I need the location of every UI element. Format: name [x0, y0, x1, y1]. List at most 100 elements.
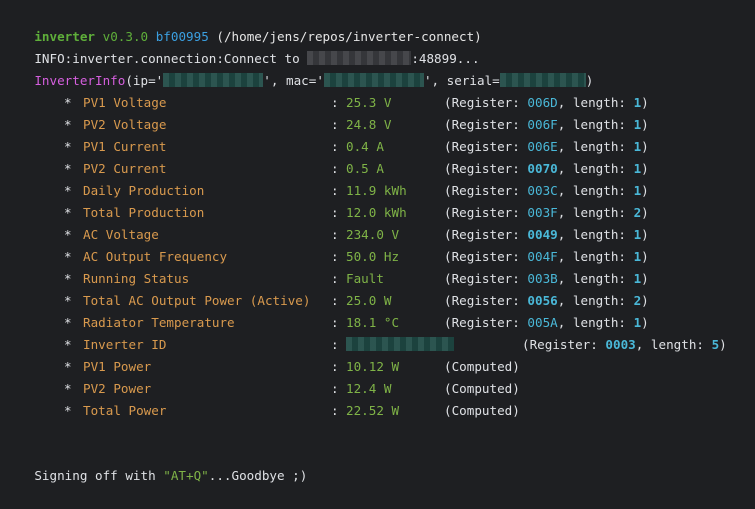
redacted-ip-value — [163, 73, 264, 87]
inverter-info-line: InverterInfo(ip=' ', mac=' ', serial=) — [4, 48, 593, 88]
register-address: 003F — [527, 205, 558, 220]
redacted-mac-value — [323, 73, 424, 87]
bullet: * — [64, 403, 72, 418]
length-prefix: , length: — [557, 139, 634, 154]
colon-separator: : — [331, 95, 339, 110]
computed-note: (Computed) — [444, 381, 520, 396]
info-connect-line: INFO:inverter.connection:Connect to :488… — [4, 26, 480, 66]
row-label: AC Voltage — [83, 227, 159, 242]
terminal-window: inverter v0.3.0 bf00995 (/home/jens/repo… — [0, 0, 755, 483]
table-row: * PV2 Current:0.5 A (Register: 0070, lengt… — [0, 158, 755, 180]
register-address: 005A — [527, 315, 558, 330]
computed-note: (Computed) — [444, 359, 520, 374]
row-value: Fault — [346, 271, 384, 286]
register-close: ) — [641, 315, 649, 330]
register-info: (Register: 0003, length: 5) — [522, 334, 727, 356]
table-row: * Total Power:22.52 W (Computed) — [0, 400, 755, 422]
row-value: 0.5 A — [346, 161, 384, 176]
row-label: PV1 Power — [83, 359, 152, 374]
table-row: * AC Output Frequency:50.0 Hz (Register: 0… — [0, 246, 755, 268]
row-label: PV1 Voltage — [83, 95, 167, 110]
length-prefix: , length: — [557, 293, 634, 308]
colon-separator: : — [331, 381, 339, 396]
register-close: ) — [641, 271, 649, 286]
bullet: * — [64, 271, 72, 286]
register-address: 0056 — [527, 293, 558, 308]
bullet: * — [64, 205, 72, 220]
row-value: 0.4 A — [346, 139, 384, 154]
register-close: ) — [641, 139, 649, 154]
register-prefix: (Register: — [444, 95, 528, 110]
register-prefix: (Register: — [522, 337, 606, 352]
register-prefix: (Register: — [444, 227, 528, 242]
table-row: * Total Production:12.0 kWh (Register: 003… — [0, 202, 755, 224]
colon-separator: : — [331, 403, 339, 418]
table-row: * Inverter ID: (Register: 0003, length: 5) — [0, 334, 755, 356]
row-label: Total Production — [83, 205, 205, 220]
length-prefix: , length: — [557, 205, 634, 220]
row-value: 11.9 kWh — [346, 183, 407, 198]
register-prefix: (Register: — [444, 183, 528, 198]
bullet: * — [64, 95, 72, 110]
row-value: 234.0 V — [346, 227, 400, 242]
footer-command: "AT+Q" — [163, 468, 209, 483]
register-prefix: (Register: — [444, 161, 528, 176]
colon-separator: : — [331, 183, 339, 198]
length-prefix: , length: — [557, 227, 634, 242]
row-label: Total AC Output Power (Active) — [83, 293, 311, 308]
colon-separator: : — [331, 227, 339, 242]
ip-key: (ip=' — [125, 73, 164, 88]
row-label: Daily Production — [83, 183, 205, 198]
inverter-info-close: ) — [585, 73, 594, 88]
inverter-info-class: InverterInfo — [34, 73, 126, 88]
register-info: (Register: 006F, length: 1) — [444, 114, 649, 136]
register-close: ) — [641, 227, 649, 242]
colon-separator: : — [331, 117, 339, 132]
length-prefix: , length: — [557, 183, 634, 198]
row-label: PV2 Current — [83, 161, 167, 176]
row-label: AC Output Frequency — [83, 249, 228, 264]
row-label: Running Status — [83, 271, 190, 286]
register-prefix: (Register: — [444, 293, 528, 308]
row-value: 50.0 Hz — [346, 249, 400, 264]
register-info: (Register: 003F, length: 2) — [444, 202, 649, 224]
length-prefix: , length: — [557, 95, 634, 110]
row-value: 12.4 W — [346, 381, 392, 396]
colon-separator: : — [331, 161, 339, 176]
table-row: * Daily Production:11.9 kWh (Register: 003… — [0, 180, 755, 202]
register-address: 003B — [527, 271, 558, 286]
register-info: (Register: 0056, length: 2) — [444, 290, 649, 312]
length-prefix: , length: — [557, 161, 634, 176]
register-info: (Register: 004F, length: 1) — [444, 246, 649, 268]
length-prefix: , length: — [557, 117, 634, 132]
register-close: ) — [641, 183, 649, 198]
register-close: ) — [641, 161, 649, 176]
length-prefix: , length: — [557, 249, 634, 264]
table-row: * PV1 Power:10.12 W (Computed) — [0, 356, 755, 378]
register-close: ) — [641, 293, 649, 308]
row-value: 12.0 kWh — [346, 205, 407, 220]
table-row: * PV1 Current:0.4 A (Register: 006E, lengt… — [0, 136, 755, 158]
bullet: * — [64, 359, 72, 374]
bullet: * — [64, 117, 72, 132]
register-close: ) — [641, 117, 649, 132]
row-label: Inverter ID — [83, 337, 167, 352]
colon-separator: : — [331, 337, 339, 352]
register-info: (Register: 006E, length: 1) — [444, 136, 649, 158]
redacted-serial-value — [499, 73, 586, 87]
row-value: 10.12 W — [346, 359, 400, 374]
register-info: (Register: 006D, length: 1) — [444, 92, 649, 114]
row-label: PV2 Power — [83, 381, 152, 396]
bullet: * — [64, 381, 72, 396]
register-info: (Register: 005A, length: 1) — [444, 312, 649, 334]
register-address: 004F — [527, 249, 558, 264]
row-label: PV2 Voltage — [83, 117, 167, 132]
colon-separator: : — [331, 271, 339, 286]
colon-separator: : — [331, 205, 339, 220]
register-address: 0003 — [605, 337, 636, 352]
colon-separator: : — [331, 293, 339, 308]
register-address: 006E — [527, 139, 558, 154]
register-close: ) — [719, 337, 727, 352]
table-row: * AC Voltage:234.0 V (Register: 0049, leng… — [0, 224, 755, 246]
register-prefix: (Register: — [444, 271, 528, 286]
